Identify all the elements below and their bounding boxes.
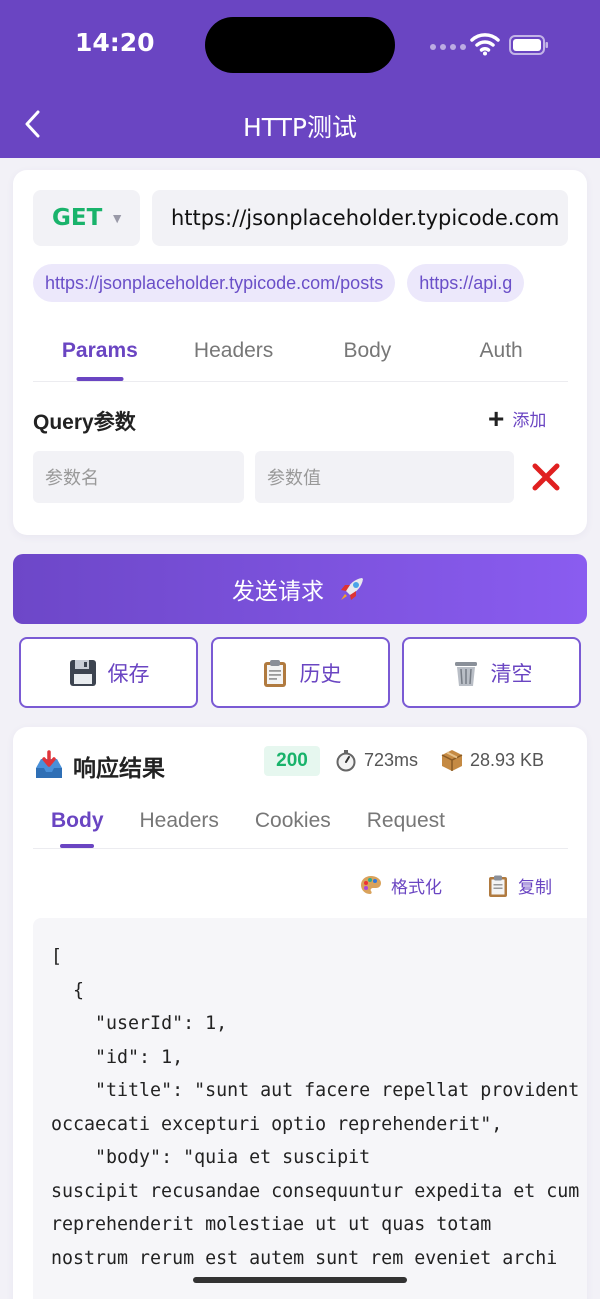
send-request-label: 发送请求: [232, 579, 324, 605]
tab-headers[interactable]: Headers: [167, 325, 301, 381]
save-button[interactable]: 保存: [19, 637, 198, 708]
quick-url-list: https://jsonplaceholder.typicode.com/pos…: [33, 264, 587, 304]
request-tabs: Params Headers Body Auth: [33, 325, 568, 382]
quick-url-chip[interactable]: https://jsonplaceholder.typicode.com/pos…: [33, 264, 396, 302]
palette-icon: [361, 875, 381, 894]
send-request-button[interactable]: 发送请求: [13, 554, 587, 624]
close-x-icon[interactable]: [531, 462, 561, 492]
clipboard-icon: [489, 875, 507, 897]
clear-label: 清空: [490, 662, 533, 686]
format-label: 格式化: [391, 878, 442, 897]
cellular-signal-icon: [430, 44, 466, 50]
response-title-text: 响应结果: [73, 755, 165, 781]
param-name-input[interactable]: 参数名: [33, 451, 244, 503]
dynamic-island: [205, 17, 395, 73]
request-card: GET ▼ https://jsonplaceholder.typicode.c…: [13, 170, 587, 535]
tab-response-cookies[interactable]: Cookies: [237, 799, 349, 848]
method-select[interactable]: GET ▼: [33, 190, 140, 246]
response-body-viewer[interactable]: [ { "userId": 1, "id": 1, "title": "sunt…: [33, 918, 587, 1299]
tab-response-body[interactable]: Body: [33, 799, 122, 848]
clipboard-icon: [263, 659, 286, 687]
floppy-disk-icon: [69, 659, 96, 686]
save-label: 保存: [107, 662, 150, 686]
app-header: 14:20 HTTP测试: [0, 0, 600, 158]
add-param-button[interactable]: + 添加: [488, 402, 547, 434]
response-time: 723ms: [334, 748, 418, 772]
response-card: 响应结果 200 723ms 28.93 KB Body Headers Coo…: [13, 727, 587, 1299]
tab-response-headers[interactable]: Headers: [122, 799, 237, 848]
add-param-label: 添加: [512, 411, 547, 430]
wifi-icon: [470, 33, 500, 56]
status-time: 14:20: [75, 28, 155, 57]
plus-icon: +: [488, 402, 505, 434]
rocket-icon: [341, 578, 363, 600]
caret-down-icon: ▼: [110, 210, 125, 226]
response-size-value: 28.93 KB: [470, 749, 545, 770]
inbox-tray-icon: [36, 750, 62, 778]
copy-label: 复制: [518, 878, 552, 897]
tab-response-request[interactable]: Request: [349, 799, 463, 848]
copy-button[interactable]: 复制: [486, 873, 552, 898]
response-body-text: [ { "userId": 1, "id": 1, "title": "sunt…: [51, 946, 580, 1269]
response-size: 28.93 KB: [440, 748, 544, 772]
trash-can-icon: [454, 661, 477, 686]
query-params-title: Query参数: [33, 411, 136, 434]
url-input[interactable]: https://jsonplaceholder.typicode.com: [152, 190, 568, 246]
history-button[interactable]: 历史: [211, 637, 390, 708]
tab-params[interactable]: Params: [33, 325, 167, 381]
history-label: 历史: [299, 662, 342, 686]
response-time-value: 723ms: [364, 749, 419, 770]
format-button[interactable]: 格式化: [359, 873, 442, 898]
quick-url-chip[interactable]: https://api.g: [407, 264, 525, 302]
response-title: 响应结果: [33, 749, 165, 783]
package-icon: [441, 750, 463, 771]
status-badge: 200: [264, 746, 320, 776]
page-title: HTTP测试: [243, 113, 357, 142]
battery-icon: [509, 35, 548, 55]
param-value-input[interactable]: 参数值: [255, 451, 514, 503]
stopwatch-icon: [336, 750, 356, 772]
method-value: GET: [52, 205, 103, 231]
tab-auth[interactable]: Auth: [434, 325, 568, 381]
tab-body[interactable]: Body: [301, 325, 435, 381]
clear-button[interactable]: 清空: [402, 637, 581, 708]
home-indicator: [193, 1277, 407, 1283]
response-tabs: Body Headers Cookies Request: [33, 799, 568, 849]
